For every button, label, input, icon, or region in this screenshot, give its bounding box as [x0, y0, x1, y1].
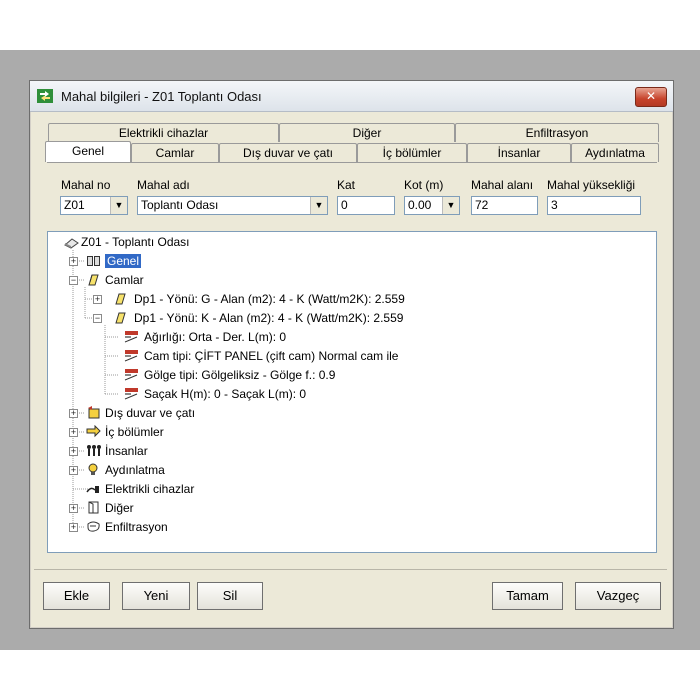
tree-item-diger[interactable]: Diğer — [105, 499, 134, 517]
tab-elektrikli-cihazlar[interactable]: Elektrikli cihazlar — [48, 123, 279, 142]
tab-aydinlatma[interactable]: Aydınlatma — [571, 143, 659, 162]
window-title: Mahal bilgileri - Z01 Toplantı Odası — [61, 89, 262, 104]
mahal-adi-label: Mahal adı — [137, 178, 190, 192]
property-icon — [124, 350, 138, 362]
sil-button[interactable]: Sil — [197, 582, 263, 610]
window-glass-icon — [115, 312, 126, 324]
close-button[interactable]: ✕ — [635, 87, 667, 107]
door-icon — [88, 501, 99, 514]
tree-item-camlar[interactable]: Camlar — [105, 271, 144, 289]
tab-genel[interactable]: Genel — [45, 141, 131, 162]
tree-root[interactable]: Z01 - Toplantı Odası — [81, 233, 190, 251]
tab-diger[interactable]: Diğer — [279, 123, 455, 142]
tab-panel-border — [47, 162, 657, 163]
kot-select[interactable]: 0.00 ▼ — [404, 196, 460, 215]
chevron-down-icon[interactable]: ▼ — [310, 197, 327, 214]
tree-item-ic-bolumler[interactable]: İç bölümler — [105, 423, 164, 441]
expand-icon[interactable]: + — [69, 447, 78, 456]
expand-icon[interactable]: + — [93, 295, 102, 304]
tamam-button[interactable]: Tamam — [492, 582, 563, 610]
window-glass-icon — [115, 293, 126, 305]
expand-icon[interactable]: + — [69, 504, 78, 513]
mahal-yuksekligi-input[interactable]: 3 — [547, 196, 641, 215]
mahal-no-select[interactable]: Z01 ▼ — [60, 196, 128, 215]
mahal-alani-label: Mahal alanı — [471, 178, 534, 192]
lightbulb-icon — [88, 463, 98, 475]
property-icon — [124, 331, 138, 343]
mahal-alani-input[interactable]: 72 — [471, 196, 538, 215]
plug-icon — [86, 486, 99, 493]
tree-item-cam-tipi[interactable]: Cam tipi: ÇİFT PANEL (çift cam) Normal c… — [144, 347, 398, 365]
tree-item-golge-tipi[interactable]: Gölge tipi: Gölgeliksiz - Gölge f.: 0.9 — [144, 366, 335, 384]
mahal-adi-select[interactable]: Toplantı Odası ▼ — [137, 196, 328, 215]
collapse-icon[interactable]: − — [93, 314, 102, 323]
tab-camlar[interactable]: Camlar — [131, 143, 219, 162]
ekle-button[interactable]: Ekle — [43, 582, 110, 610]
tab-ic-bolumler[interactable]: İç bölümler — [357, 143, 467, 162]
mahal-bilgileri-dialog: Mahal bilgileri - Z01 Toplantı Odası ✕ E… — [29, 80, 674, 629]
chevron-down-icon[interactable]: ▼ — [442, 197, 459, 214]
tree-item-genel[interactable]: Genel — [105, 252, 142, 270]
people-icon — [87, 445, 101, 456]
expand-icon[interactable]: + — [69, 257, 78, 266]
mahal-no-label: Mahal no — [61, 178, 111, 192]
kat-label: Kat — [337, 178, 356, 192]
property-icon — [124, 388, 138, 400]
chevron-down-icon[interactable]: ▼ — [110, 197, 127, 214]
expand-icon[interactable]: + — [69, 428, 78, 437]
window-glass-icon — [88, 274, 99, 286]
tree-item-insanlar[interactable]: İnsanlar — [105, 442, 148, 460]
tree-item-sacak[interactable]: Saçak H(m): 0 - Saçak L(m): 0 — [144, 385, 306, 403]
kat-input[interactable]: 0 — [337, 196, 395, 215]
partition-icon — [86, 425, 101, 438]
title-bar[interactable]: Mahal bilgileri - Z01 Toplantı Odası ✕ — [30, 81, 673, 112]
kot-label: Kot (m) — [404, 178, 444, 192]
tree-item-dis-duvar[interactable]: Dış duvar ve çatı — [105, 404, 195, 422]
tab-enfiltrasyon[interactable]: Enfiltrasyon — [455, 123, 659, 142]
building-icon — [64, 238, 79, 249]
property-icon — [124, 369, 138, 381]
vazgec-button[interactable]: Vazgeç — [575, 582, 661, 610]
expand-icon[interactable]: + — [69, 466, 78, 475]
expand-icon[interactable]: + — [69, 523, 78, 532]
mahal-tree-view[interactable]: Z01 - Toplantı Odası + Genel − Camlar + … — [47, 231, 657, 553]
close-icon: ✕ — [645, 89, 657, 103]
tree-item-elektrikli-cihazlar[interactable]: Elektrikli cihazlar — [105, 480, 194, 498]
air-flow-icon — [87, 521, 100, 532]
expand-icon[interactable]: + — [69, 409, 78, 418]
tree-item-dp1-g[interactable]: Dp1 - Yönü: G - Alan (m2): 4 - K (Watt/m… — [134, 290, 405, 308]
yeni-button[interactable]: Yeni — [122, 582, 190, 610]
tree-item-enfiltrasyon[interactable]: Enfiltrasyon — [105, 518, 168, 536]
collapse-icon[interactable]: − — [69, 276, 78, 285]
mahal-yuksekligi-label: Mahal yüksekliği — [547, 178, 636, 192]
tree-item-aydinlatma[interactable]: Aydınlatma — [105, 461, 165, 479]
tree-item-dp1-k[interactable]: Dp1 - Yönü: K - Alan (m2): 4 - K (Watt/m… — [134, 309, 403, 327]
divider — [34, 569, 667, 570]
tab-insanlar[interactable]: İnsanlar — [467, 143, 571, 162]
tree-item-agirlik[interactable]: Ağırlığı: Orta - Der. L(m): 0 — [144, 328, 286, 346]
wall-icon — [88, 406, 100, 419]
app-icon — [37, 89, 53, 103]
tab-dis-duvar-ve-cati[interactable]: Dış duvar ve çatı — [219, 143, 357, 162]
book-icon — [87, 256, 100, 266]
